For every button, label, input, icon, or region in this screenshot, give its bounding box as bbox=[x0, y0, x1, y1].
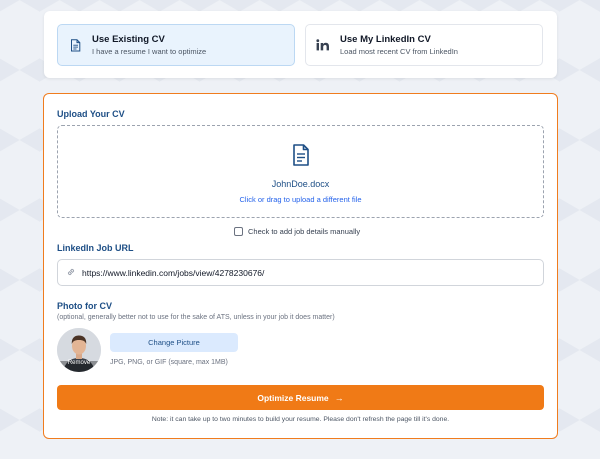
option-subtitle: Load most recent CV from LinkedIn bbox=[340, 47, 458, 56]
document-icon bbox=[292, 144, 310, 171]
document-icon bbox=[58, 38, 92, 52]
manual-details-checkbox[interactable] bbox=[234, 227, 243, 236]
optimize-resume-label: Optimize Resume bbox=[257, 392, 329, 403]
manual-details-label[interactable]: Check to add job details manually bbox=[248, 227, 360, 236]
upload-cv-label: Upload Your CV bbox=[57, 109, 125, 119]
avatar: Remove bbox=[57, 328, 101, 372]
optimize-resume-button[interactable]: Optimize Resume → bbox=[57, 385, 544, 410]
linkedin-job-url-label: LinkedIn Job URL bbox=[57, 243, 134, 253]
cv-form-card: Upload Your CV JohnDoe.docx Click or dra… bbox=[43, 93, 558, 439]
option-subtitle: I have a resume I want to optimize bbox=[92, 47, 207, 56]
change-picture-button[interactable]: Change Picture bbox=[110, 333, 238, 352]
option-title: Use My LinkedIn CV bbox=[340, 34, 431, 45]
linkedin-icon bbox=[306, 39, 340, 51]
arrow-right-icon: → bbox=[334, 392, 344, 403]
photo-for-cv-label: Photo for CV bbox=[57, 301, 112, 311]
photo-file-types: JPG, PNG, or GIF (square, max 1MB) bbox=[110, 359, 228, 366]
remove-photo-button[interactable]: Remove bbox=[57, 360, 101, 366]
cv-upload-dropzone[interactable]: JohnDoe.docx Click or drag to upload a d… bbox=[57, 125, 544, 218]
option-title: Use Existing CV bbox=[92, 34, 165, 45]
use-existing-cv-option[interactable]: Use Existing CV I have a resume I want t… bbox=[57, 24, 295, 66]
manual-details-row: Check to add job details manually bbox=[234, 227, 360, 236]
link-icon bbox=[66, 264, 76, 282]
cv-source-selector: Use Existing CV I have a resume I want t… bbox=[44, 11, 557, 78]
linkedin-job-url-field[interactable] bbox=[57, 259, 544, 286]
photo-hint: (optional, generally better not to use f… bbox=[57, 314, 335, 321]
linkedin-job-url-input[interactable] bbox=[82, 267, 543, 278]
uploaded-file-name: JohnDoe.docx bbox=[271, 179, 330, 189]
processing-note: Note: it can take up to two minutes to b… bbox=[151, 416, 450, 423]
use-linkedin-cv-option[interactable]: Use My LinkedIn CV Load most recent CV f… bbox=[305, 24, 543, 66]
upload-hint-link[interactable]: Click or drag to upload a different file bbox=[239, 195, 361, 204]
